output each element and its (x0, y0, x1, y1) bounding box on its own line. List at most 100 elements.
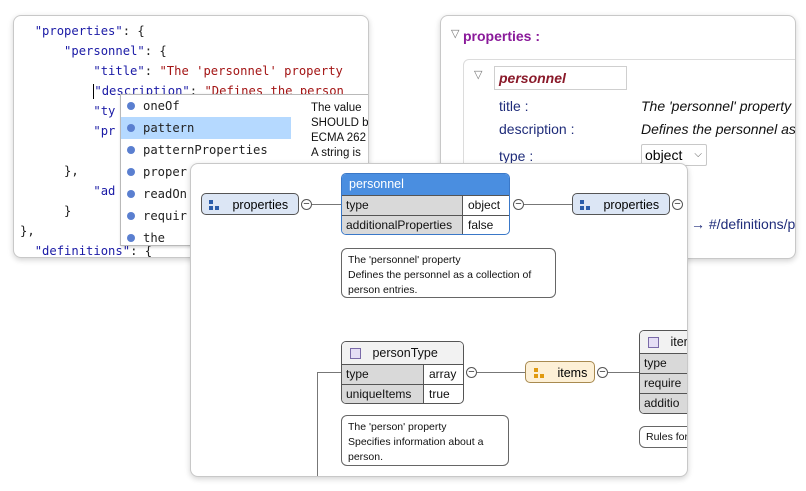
code-punct: : { (144, 44, 167, 58)
personnel-type-value: object (468, 198, 501, 212)
diagram-panel[interactable]: properties − personnel type object addit… (190, 163, 688, 477)
doc-line: ECMA 262 (311, 132, 366, 144)
item-node[interactable]: iter type require additio (639, 330, 688, 414)
property-icon (127, 102, 135, 110)
collapse-triangle-icon[interactable]: ▽ (451, 27, 459, 40)
autocomplete-item-label: requir (143, 209, 188, 223)
item-row-required: require (640, 373, 687, 393)
item-type-key: type (644, 356, 667, 370)
personnel-node[interactable]: personnel type object additionalProperti… (341, 173, 510, 235)
code-string: "The 'personnel' property (159, 64, 343, 78)
code-line[interactable]: "properties": { (20, 21, 145, 41)
code-key: "definitions" (34, 244, 131, 258)
item-node-title: iter (670, 335, 688, 349)
code-key: "personnel" (64, 44, 145, 58)
type-select-value: object (645, 147, 683, 163)
item-note: Rules for (639, 426, 688, 448)
connector-line (477, 372, 525, 373)
items-node[interactable]: items (525, 361, 595, 383)
properties-label-right: properties (603, 198, 660, 212)
doc-line: A string is (311, 147, 361, 159)
description-value[interactable]: Defines the personnel as (641, 121, 795, 137)
property-icon (127, 212, 135, 220)
personnel-type-key: type (342, 196, 463, 215)
autocomplete-item-label: patternProperties (143, 143, 268, 157)
connector-line (608, 372, 640, 373)
autocomplete-item[interactable]: pattern (121, 117, 291, 139)
autocomplete-item-label: readOn (143, 187, 188, 201)
autocomplete-item-label: pattern (143, 121, 195, 135)
code-line[interactable]: "ty (20, 101, 115, 121)
persontype-node-title: personType (372, 346, 438, 360)
code-punct: : { (122, 24, 145, 38)
personnel-additional-value: false (468, 218, 494, 232)
personnel-node-title: personnel (342, 174, 509, 195)
note-line: The 'personnel' property (348, 254, 461, 266)
personnel-additional-key: additionalProperties (342, 216, 463, 234)
code-punct: }, (64, 164, 79, 178)
code-key: "ad (93, 184, 116, 198)
code-line[interactable]: "title": "The 'personnel' property (20, 61, 343, 81)
personnel-note: The 'personnel' property Defines the per… (341, 248, 556, 298)
item-node-header: iter (640, 331, 688, 353)
code-line[interactable]: "ad (20, 181, 115, 201)
autocomplete-item[interactable]: patternProperties (121, 139, 291, 161)
code-line[interactable]: "personnel": { (20, 41, 167, 61)
code-line[interactable]: } (20, 201, 71, 221)
note-line: Defines the personnel as a collection of (348, 269, 532, 281)
persontype-row-unique: uniqueItems true (342, 384, 463, 403)
note-line: Specifies information about a (348, 436, 484, 448)
item-row-type: type (640, 353, 687, 373)
note-line: person entries. (348, 284, 418, 296)
collapse-circle-icon[interactable]: − (466, 367, 477, 378)
persontype-node[interactable]: personType type array uniqueItems true (341, 341, 464, 404)
code-punct: : { (130, 244, 153, 258)
note-line: Rules for (646, 431, 688, 443)
personnel-row-additional: additionalProperties false (342, 215, 509, 234)
item-row-additional: additio (640, 393, 687, 413)
type-icon (648, 337, 659, 349)
code-line[interactable]: }, (20, 221, 35, 241)
property-icon (127, 124, 135, 132)
persontype-type-key: type (342, 365, 424, 384)
personnel-name: personnel (499, 70, 566, 86)
autocomplete-item-label: oneOf (143, 99, 180, 113)
persontype-unique-value: true (429, 387, 450, 401)
code-line[interactable]: }, (20, 161, 79, 181)
items-icon (534, 367, 548, 380)
properties-icon (209, 199, 223, 212)
collapse-circle-icon[interactable]: − (597, 367, 608, 378)
collapse-triangle-icon[interactable]: ▽ (474, 68, 482, 81)
note-line: The 'person' property (348, 421, 447, 433)
collapse-circle-icon[interactable]: − (513, 199, 524, 210)
property-icon (127, 168, 135, 176)
property-icon (127, 234, 135, 242)
code-line[interactable]: "pr (20, 121, 115, 141)
property-icon (127, 190, 135, 198)
properties-node-right[interactable]: properties (572, 193, 670, 215)
persontype-row-type: type array (342, 364, 463, 384)
properties-node-left[interactable]: properties (201, 193, 299, 215)
code-key: "ty (93, 104, 116, 118)
autocomplete-item-label: the (143, 231, 166, 245)
ref-link[interactable]: → #/definitions/p (691, 216, 795, 232)
collapse-circle-icon[interactable]: − (301, 199, 312, 210)
connector-line (524, 204, 572, 205)
collapse-circle-icon[interactable]: − (672, 199, 683, 210)
note-line: person. (348, 451, 384, 463)
autocomplete-item[interactable]: oneOf (121, 95, 291, 117)
doc-line: The value (311, 102, 362, 114)
code-key: "title" (93, 64, 145, 78)
title-value[interactable]: The 'personnel' property (641, 98, 791, 114)
type-icon (350, 348, 361, 360)
personnel-name-field[interactable]: personnel (494, 66, 627, 90)
code-key: "properties" (34, 24, 123, 38)
code-punct: : (144, 64, 160, 78)
